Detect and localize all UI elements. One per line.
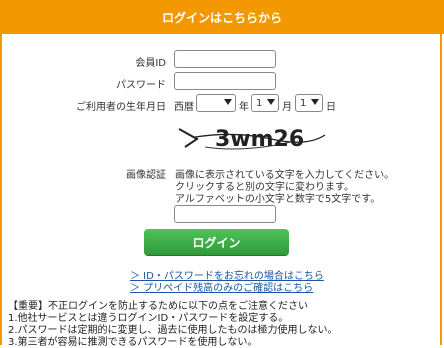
month-suffix: 月 [282,102,292,113]
captcha-noise-graphic: 3wm26 [178,127,326,152]
birthdate-label: ご利用者の生年月日 [76,102,166,113]
chevron-down-icon [224,99,232,105]
password-label: パスワード [116,80,166,91]
captcha-help-3: アルファベットの小文字と数字で5文字です。 [175,194,381,205]
panel-header: ログインはこちらから [0,0,444,34]
captcha-image[interactable]: 3wm26 [175,117,327,157]
month-select[interactable]: 1 [251,94,279,112]
header-title: ログインはこちらから [161,10,282,25]
login-button-label: ログイン [192,235,241,250]
prepaid-balance-link[interactable]: ＞ プリペイド残高のみのご確認はこちら [130,279,313,294]
member-id-label: 会員ID [135,58,166,69]
captcha-label: 画像認証 [126,170,166,181]
captcha-text: 3wm26 [215,127,304,152]
captcha-input[interactable] [174,205,276,223]
month-select-value: 1 [256,97,263,109]
era-label: 西暦 [174,102,194,113]
notice-item-3: 3.第三者が容易に推測できるパスワードを使用しない。 [8,337,258,348]
year-select[interactable] [196,94,236,112]
year-suffix: 年 [239,102,249,113]
chevron-down-icon [267,99,275,105]
day-suffix: 日 [326,102,336,113]
day-select[interactable]: 1 [295,94,323,112]
member-id-input[interactable] [174,50,276,68]
chevron-down-icon [311,99,319,105]
password-input[interactable] [174,72,276,90]
login-button[interactable]: ログイン [144,229,289,255]
day-select-value: 1 [300,97,307,109]
